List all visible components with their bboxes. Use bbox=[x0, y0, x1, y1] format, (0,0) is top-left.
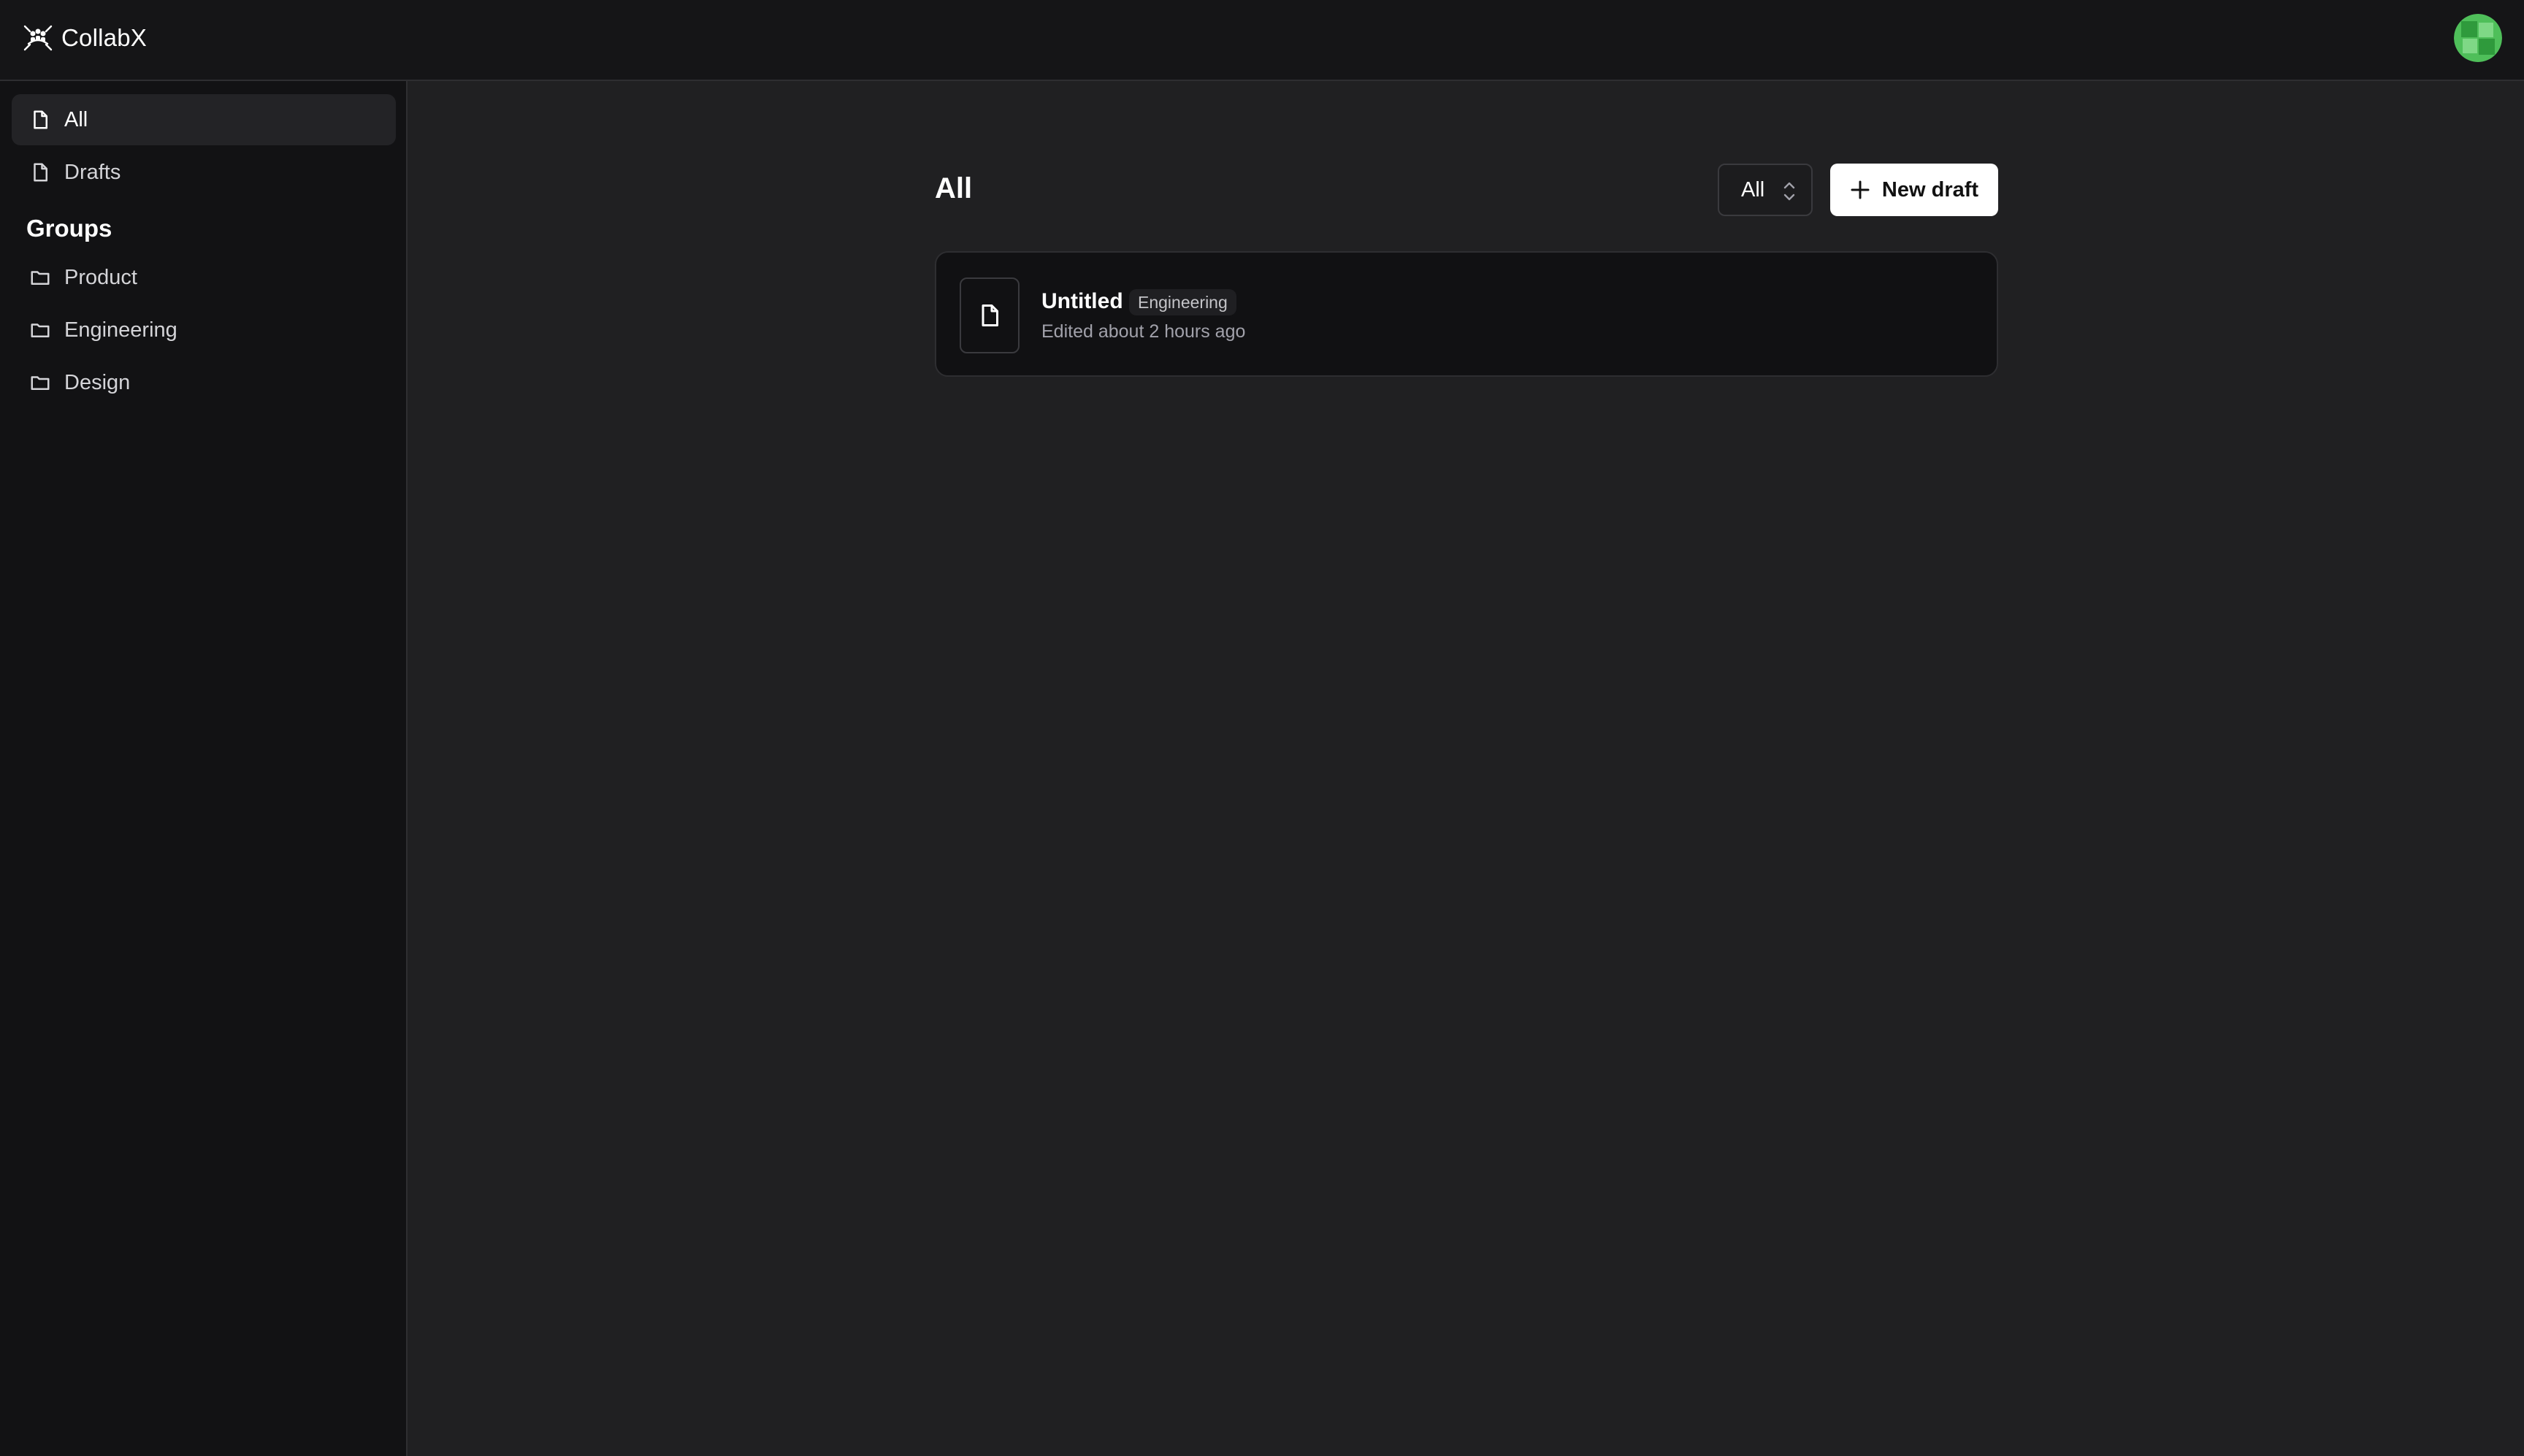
top-bar: CollabX bbox=[0, 0, 2524, 81]
sidebar-item-label: Engineering bbox=[64, 318, 177, 342]
collabx-logo-icon bbox=[22, 22, 54, 54]
app-name: CollabX bbox=[61, 24, 147, 51]
document-title: Untitled bbox=[1041, 289, 1123, 313]
page-title: All bbox=[935, 172, 973, 204]
sidebar-item-drafts[interactable]: Drafts bbox=[12, 147, 396, 198]
plus-icon bbox=[1850, 180, 1870, 200]
file-icon bbox=[976, 302, 1003, 329]
sidebar-item-label: Product bbox=[64, 265, 137, 289]
groups-heading: Groups bbox=[26, 215, 112, 242]
sidebar-item-all[interactable]: All bbox=[12, 94, 396, 145]
sidebar-item-label: Design bbox=[64, 370, 131, 394]
document-thumbnail bbox=[960, 277, 1020, 353]
sidebar: All Drafts Groups Product Engineering De… bbox=[0, 81, 408, 1456]
user-avatar[interactable] bbox=[2454, 14, 2502, 62]
sidebar-item-label: Drafts bbox=[64, 160, 121, 184]
file-icon bbox=[29, 109, 51, 131]
sidebar-item-product[interactable]: Product bbox=[12, 252, 396, 303]
folder-icon bbox=[29, 267, 51, 288]
folder-icon bbox=[29, 319, 51, 341]
sidebar-item-engineering[interactable]: Engineering bbox=[12, 304, 396, 356]
sidebar-item-design[interactable]: Design bbox=[12, 357, 396, 408]
document-group-tag: Engineering bbox=[1129, 289, 1236, 315]
document-edited-time: Edited about 2 hours ago bbox=[1041, 321, 1246, 342]
brand[interactable]: CollabX bbox=[22, 22, 147, 54]
document-card[interactable]: Untitled Engineering Edited about 2 hour… bbox=[935, 251, 1998, 377]
filter-selected-value: All bbox=[1741, 177, 1765, 202]
sidebar-item-label: All bbox=[64, 107, 88, 131]
folder-icon bbox=[29, 372, 51, 394]
new-draft-button[interactable]: New draft bbox=[1830, 164, 1998, 216]
file-icon bbox=[29, 161, 51, 183]
new-draft-label: New draft bbox=[1881, 177, 1979, 202]
chevron-up-down-icon bbox=[1781, 180, 1798, 203]
filter-select[interactable]: All bbox=[1718, 164, 1813, 216]
